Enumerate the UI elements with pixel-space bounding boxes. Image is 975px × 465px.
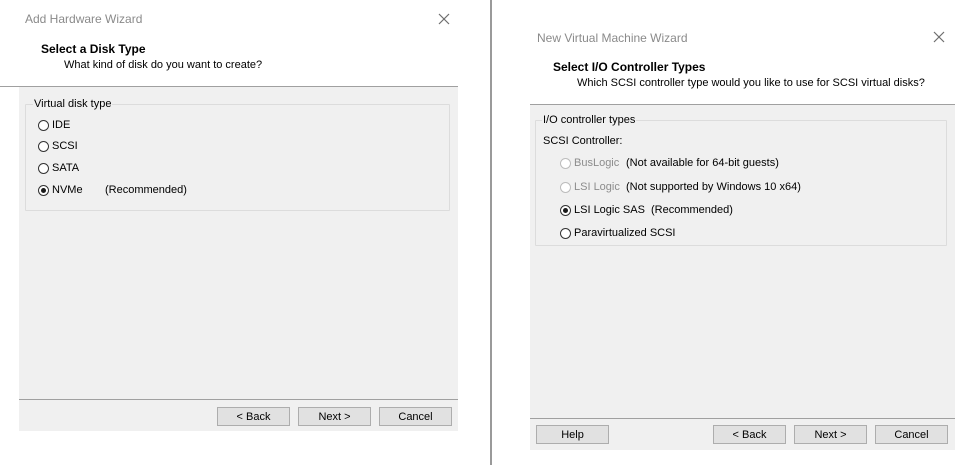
- radio-button[interactable]: [560, 181, 571, 193]
- window-title: New Virtual Machine Wizard: [537, 31, 688, 45]
- page-subtitle: What kind of disk do you want to create?: [64, 59, 263, 71]
- radio-sata[interactable]: SATA: [38, 160, 79, 176]
- next-button[interactable]: Next >: [298, 407, 371, 426]
- radio-button[interactable]: [38, 140, 49, 152]
- radio-ide[interactable]: IDE: [38, 117, 70, 133]
- option-note: (Not available for 64-bit guests): [626, 157, 779, 169]
- radio-label: SATA: [52, 162, 80, 174]
- radio-label: IDE: [52, 119, 71, 131]
- radio-button[interactable]: [38, 184, 49, 196]
- content-area: Virtual disk type IDE SCSI SATA NVMe (Re…: [19, 87, 458, 399]
- window-title: Add Hardware Wizard: [25, 12, 143, 26]
- option-note: (Not supported by Windows 10 x64): [626, 181, 801, 193]
- back-button[interactable]: < Back: [713, 425, 786, 444]
- page-title: Select I/O Controller Types: [553, 60, 706, 74]
- footer-bar: < Back Next > Cancel: [19, 400, 458, 431]
- radio-nvme[interactable]: NVMe (Recommended): [38, 182, 187, 198]
- recommended-note: (Recommended): [105, 184, 187, 196]
- radio-paravirtualized-scsi[interactable]: Paravirtualized SCSI: [560, 225, 676, 241]
- group-label: Virtual disk type: [33, 98, 113, 110]
- radio-label: NVMe: [52, 184, 83, 196]
- radio-scsi[interactable]: SCSI: [38, 138, 78, 154]
- radio-label: LSI Logic: [574, 181, 620, 193]
- scsi-controller-label: SCSI Controller:: [543, 135, 623, 147]
- radio-button[interactable]: [38, 162, 49, 174]
- next-button[interactable]: Next >: [794, 425, 867, 444]
- close-icon[interactable]: [931, 29, 947, 45]
- radio-button[interactable]: [560, 204, 571, 216]
- add-hardware-wizard-dialog: Add Hardware Wizard Select a Disk Type W…: [0, 0, 490, 465]
- radio-label: LSI Logic SAS: [574, 204, 645, 216]
- page-subtitle: Which SCSI controller type would you lik…: [577, 77, 925, 89]
- cancel-button[interactable]: Cancel: [875, 425, 948, 444]
- footer-bar: Help < Back Next > Cancel: [530, 419, 955, 450]
- radio-button[interactable]: [560, 157, 571, 169]
- page-title: Select a Disk Type: [41, 42, 146, 56]
- content-area: I/O controller types SCSI Controller: Bu…: [530, 105, 955, 418]
- recommended-note: (Recommended): [651, 204, 733, 216]
- radio-lsi-logic[interactable]: LSI Logic (Not supported by Windows 10 x…: [560, 179, 801, 195]
- new-vm-wizard-dialog: New Virtual Machine Wizard Select I/O Co…: [492, 0, 975, 465]
- radio-label: SCSI: [52, 140, 78, 152]
- help-button[interactable]: Help: [536, 425, 609, 444]
- cancel-button[interactable]: Cancel: [379, 407, 452, 426]
- back-button[interactable]: < Back: [217, 407, 290, 426]
- close-icon[interactable]: [436, 11, 452, 27]
- radio-button[interactable]: [38, 119, 49, 131]
- radio-label: BusLogic: [574, 157, 620, 169]
- group-label: I/O controller types: [542, 114, 637, 126]
- radio-label: Paravirtualized SCSI: [574, 227, 676, 239]
- radio-button[interactable]: [560, 227, 571, 239]
- radio-buslogic[interactable]: BusLogic (Not available for 64-bit guest…: [560, 155, 779, 171]
- radio-lsi-logic-sas[interactable]: LSI Logic SAS (Recommended): [560, 202, 733, 218]
